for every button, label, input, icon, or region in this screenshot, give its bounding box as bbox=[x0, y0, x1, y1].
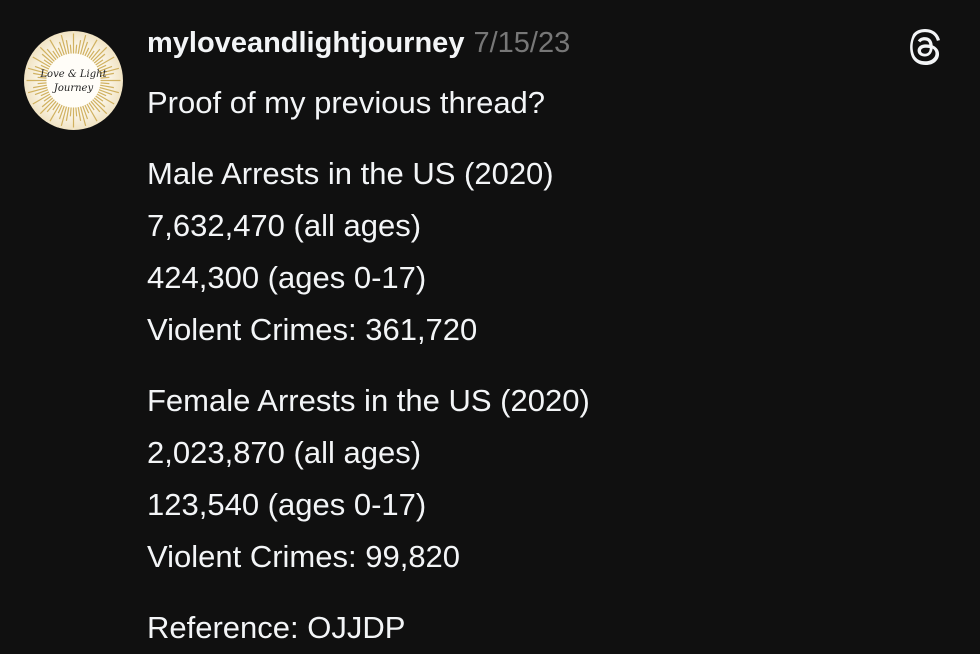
post-header: myloveandlightjourney 7/15/23 bbox=[147, 27, 570, 67]
male-arrests-title: Male Arrests in the US (2020) bbox=[147, 156, 554, 191]
reference-text: Reference: OJJDP bbox=[147, 610, 406, 645]
male-arrests-juvenile: 424,300 (ages 0-17) bbox=[147, 260, 427, 295]
female-arrests-all-ages: 2,023,870 (all ages) bbox=[147, 435, 422, 470]
male-violent-crimes: Violent Crimes: 361,720 bbox=[147, 312, 478, 347]
female-arrests-juvenile: 123,540 (ages 0-17) bbox=[147, 487, 427, 522]
post-body: Proof of my previous thread? Male Arrest… bbox=[147, 77, 947, 654]
avatar[interactable]: Love & Light Journey bbox=[24, 31, 123, 130]
female-violent-crimes: Violent Crimes: 99,820 bbox=[147, 539, 461, 574]
avatar-logo: Love & Light Journey bbox=[26, 33, 121, 128]
male-arrests-all-ages: 7,632,470 (all ages) bbox=[147, 208, 422, 243]
threads-logo-icon[interactable] bbox=[906, 28, 944, 66]
post-intro-text: Proof of my previous thread? bbox=[147, 85, 546, 120]
username-link[interactable]: myloveandlightjourney bbox=[147, 27, 464, 60]
avatar-text-line-2: Journey bbox=[52, 83, 94, 94]
avatar-text-line-1: Love & Light bbox=[39, 69, 107, 80]
post-timestamp: 7/15/23 bbox=[473, 27, 571, 59]
female-arrests-title: Female Arrests in the US (2020) bbox=[147, 383, 590, 418]
